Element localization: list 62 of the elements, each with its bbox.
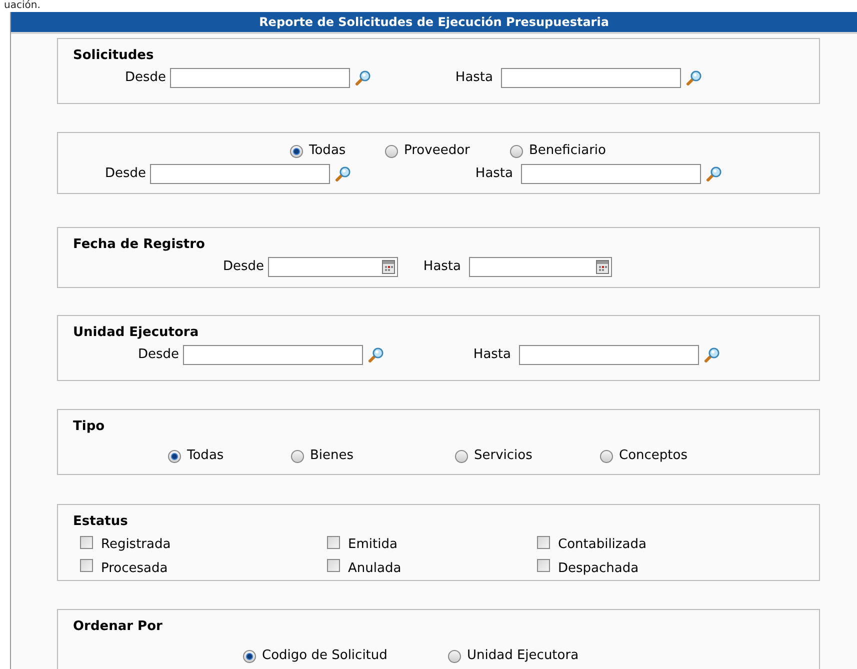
option-label: Todas xyxy=(309,142,346,160)
field-label: Hasta xyxy=(423,258,461,276)
input-field[interactable] xyxy=(501,68,681,88)
option-label: Proveedor xyxy=(404,142,470,160)
calendar-icon[interactable] xyxy=(596,260,609,274)
radio-button[interactable] xyxy=(510,144,523,158)
option-label: Todas xyxy=(187,447,224,466)
option-label: Anulada xyxy=(348,560,402,578)
partial-text: uación. xyxy=(4,0,40,12)
field-label: Hasta xyxy=(475,165,513,184)
checkbox[interactable] xyxy=(537,559,550,572)
radio-button[interactable] xyxy=(455,450,468,462)
field-label: Hasta xyxy=(473,346,511,364)
date-field[interactable] xyxy=(469,257,612,277)
checkbox[interactable] xyxy=(80,559,93,572)
calendar-icon[interactable] xyxy=(382,260,395,274)
section-title: Unidad Ejecutora xyxy=(73,324,199,342)
report-title: Reporte de Solicitudes de Ejecución Presupuestaria xyxy=(259,14,609,31)
option-label: Emitida xyxy=(348,536,398,554)
input-field[interactable] xyxy=(150,164,330,184)
radio-button[interactable] xyxy=(291,450,304,462)
option-label: Codigo de Solicitud xyxy=(262,647,388,666)
checkbox[interactable] xyxy=(327,559,340,572)
field-label: Desde xyxy=(138,346,179,364)
section-title: Tipo xyxy=(73,418,105,436)
radio-button[interactable] xyxy=(385,144,398,158)
input-field[interactable] xyxy=(183,345,363,365)
radio-button[interactable] xyxy=(600,450,613,462)
option-label: Contabilizada xyxy=(558,536,646,554)
option-label: Procesada xyxy=(101,560,168,578)
option-label: Bienes xyxy=(310,447,354,466)
search-icon[interactable] xyxy=(335,166,351,182)
option-label: Servicios xyxy=(474,447,532,466)
field-label: Desde xyxy=(222,258,264,276)
search-icon[interactable] xyxy=(686,70,702,86)
section-title: Ordenar Por xyxy=(73,618,162,636)
input-field[interactable] xyxy=(519,345,699,365)
section-title: Fecha de Registro xyxy=(73,236,205,254)
input-field[interactable] xyxy=(170,68,350,88)
checkbox[interactable] xyxy=(80,536,93,549)
radio-button[interactable] xyxy=(290,144,303,158)
field-label: Desde xyxy=(104,165,146,184)
search-icon[interactable] xyxy=(355,70,371,86)
search-icon[interactable] xyxy=(706,166,722,182)
search-icon[interactable] xyxy=(368,347,384,363)
checkbox[interactable] xyxy=(327,536,340,549)
radio-button[interactable] xyxy=(168,450,181,462)
option-label: Registrada xyxy=(101,536,171,554)
search-icon[interactable] xyxy=(704,347,720,363)
option-label: Beneficiario xyxy=(529,142,606,160)
radio-button[interactable] xyxy=(243,650,256,662)
option-label: Unidad Ejecutora xyxy=(467,647,579,666)
field-label: Desde xyxy=(124,69,166,88)
section-title: Solicitudes xyxy=(73,47,154,66)
checkbox[interactable] xyxy=(537,536,550,549)
section-title: Estatus xyxy=(73,513,128,532)
option-label: Despachada xyxy=(558,560,639,578)
option-label: Conceptos xyxy=(619,447,688,466)
date-field[interactable] xyxy=(268,257,398,277)
input-field[interactable] xyxy=(521,164,701,184)
field-label: Hasta xyxy=(455,69,493,88)
radio-button[interactable] xyxy=(448,650,461,662)
